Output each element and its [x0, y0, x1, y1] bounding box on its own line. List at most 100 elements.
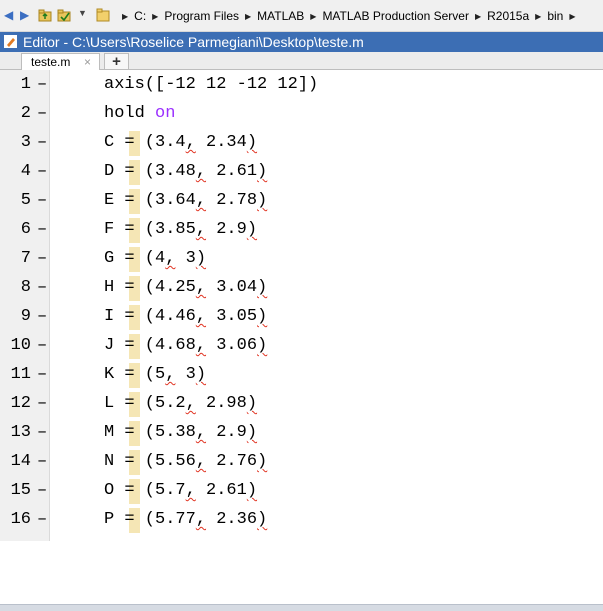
code-space: ( — [134, 510, 156, 529]
variable-name: L — [104, 394, 115, 413]
code-command: hold — [104, 104, 156, 123]
breadcrumb: ▶ C: ▶ Program Files ▶ MATLAB ▶ MATLAB P… — [116, 0, 581, 32]
variable-name: E — [104, 191, 115, 210]
up-folder-icon[interactable] — [38, 8, 52, 22]
chevron-right-icon: ▶ — [474, 11, 482, 21]
crumb-bin[interactable]: bin — [547, 9, 563, 23]
code-space: ( — [134, 452, 156, 471]
breakpoint-marker[interactable]: – — [37, 273, 47, 302]
code-line: 2 – hold on — [0, 99, 603, 128]
code-space: ( — [134, 423, 156, 442]
breakpoint-marker[interactable]: – — [37, 128, 47, 157]
breakpoint-marker[interactable]: – — [37, 418, 47, 447]
comma-warning: , — [165, 249, 176, 268]
variable-name: P — [104, 510, 115, 529]
breakpoint-marker[interactable]: – — [37, 389, 47, 418]
line-number: 16 — [10, 510, 31, 529]
equals-sign: = — [124, 133, 135, 152]
breakpoint-marker[interactable]: – — [37, 215, 47, 244]
crumb-drive[interactable]: C: — [134, 9, 146, 23]
paren-warning: ) — [257, 336, 268, 355]
breakpoint-marker[interactable]: – — [37, 447, 47, 476]
breakpoint-marker[interactable]: – — [37, 331, 47, 360]
editor-icon — [4, 35, 17, 48]
equals-sign: = — [124, 220, 135, 239]
comma-warning: , — [185, 394, 196, 413]
breakpoint-marker[interactable]: – — [37, 70, 47, 99]
code-line: 14– N = (5.56, 2.76) — [0, 447, 603, 476]
x-value: 3.4 — [155, 133, 186, 152]
variable-name: H — [104, 278, 115, 297]
breakpoint-marker[interactable]: – — [37, 360, 47, 389]
code-space: ( — [134, 220, 156, 239]
forward-arrow-icon[interactable]: ▶ — [20, 9, 29, 21]
code-text: L = (5.2, 2.98) — [104, 389, 257, 418]
browse-folder-icon[interactable] — [57, 8, 71, 22]
x-value: 5.77 — [155, 510, 196, 529]
variable-name: O — [104, 481, 115, 500]
history-dropdown-icon[interactable]: ▼ — [78, 8, 87, 18]
crumb-production-server[interactable]: MATLAB Production Server — [322, 9, 469, 23]
code-text: I = (4.46, 3.05) — [104, 302, 267, 331]
comma-warning: , — [185, 133, 196, 152]
breakpoint-marker[interactable]: – — [37, 99, 47, 128]
close-icon[interactable]: × — [84, 55, 91, 69]
crumb-matlab[interactable]: MATLAB — [257, 9, 304, 23]
crumb-program-files[interactable]: Program Files — [164, 9, 239, 23]
line-number: 9 — [20, 307, 31, 326]
comma-warning: , — [195, 191, 207, 210]
variable-name: F — [104, 220, 115, 239]
breakpoint-marker[interactable]: – — [37, 302, 47, 331]
breakpoint-marker[interactable]: – — [37, 476, 47, 505]
tab-teste-m[interactable]: teste.m × — [21, 53, 100, 70]
breakpoint-marker[interactable]: – — [37, 186, 47, 215]
y-value: 2.78 — [216, 191, 258, 210]
code-line: 5– E = (3.64, 2.78) — [0, 186, 603, 215]
back-arrow-icon[interactable]: ◀ — [4, 9, 13, 21]
chevron-right-icon: ▶ — [535, 11, 542, 21]
variable-name: C — [104, 133, 115, 152]
code-text: H = (4.25, 3.04) — [104, 273, 267, 302]
code-line: 16– P = (5.77, 2.36) — [0, 505, 603, 534]
equals-sign: = — [124, 452, 135, 471]
comma-warning: , — [195, 307, 207, 326]
breakpoint-marker[interactable]: – — [37, 244, 47, 273]
code-keyword: on — [155, 104, 176, 123]
code-editor[interactable]: 1 – axis([-12 12 -12 12]) 2 – hold on 3–… — [0, 70, 603, 611]
code-line: 13– M = (5.38, 2.9) — [0, 418, 603, 447]
chevron-right-icon: ▶ — [122, 11, 129, 21]
variable-name: J — [104, 336, 115, 355]
code-text: D = (3.48, 2.61) — [104, 157, 267, 186]
chevron-right-icon: ▶ — [569, 11, 576, 21]
code-text: N = (5.56, 2.76) — [104, 447, 267, 476]
new-tab-button[interactable]: + — [104, 53, 129, 69]
line-number: 5 — [20, 191, 31, 210]
y-value: 2.34 — [206, 133, 247, 152]
variable-name: M — [104, 423, 115, 442]
code-line: 10– J = (4.68, 3.06) — [0, 331, 603, 360]
code-line: 9– I = (4.46, 3.05) — [0, 302, 603, 331]
line-number: 10 — [10, 336, 31, 355]
code-text: axis([-12 12 -12 12]) — [104, 75, 319, 94]
breakpoint-marker[interactable]: – — [37, 157, 47, 186]
crumb-r2015a[interactable]: R2015a — [487, 9, 529, 23]
line-number: 7 — [20, 249, 31, 268]
code-text: M = (5.38, 2.9) — [104, 418, 257, 447]
paren-warning: ) — [246, 481, 258, 500]
line-number: 8 — [20, 278, 31, 297]
y-value: 2.9 — [216, 220, 247, 239]
breakpoint-marker[interactable]: – — [37, 505, 47, 534]
